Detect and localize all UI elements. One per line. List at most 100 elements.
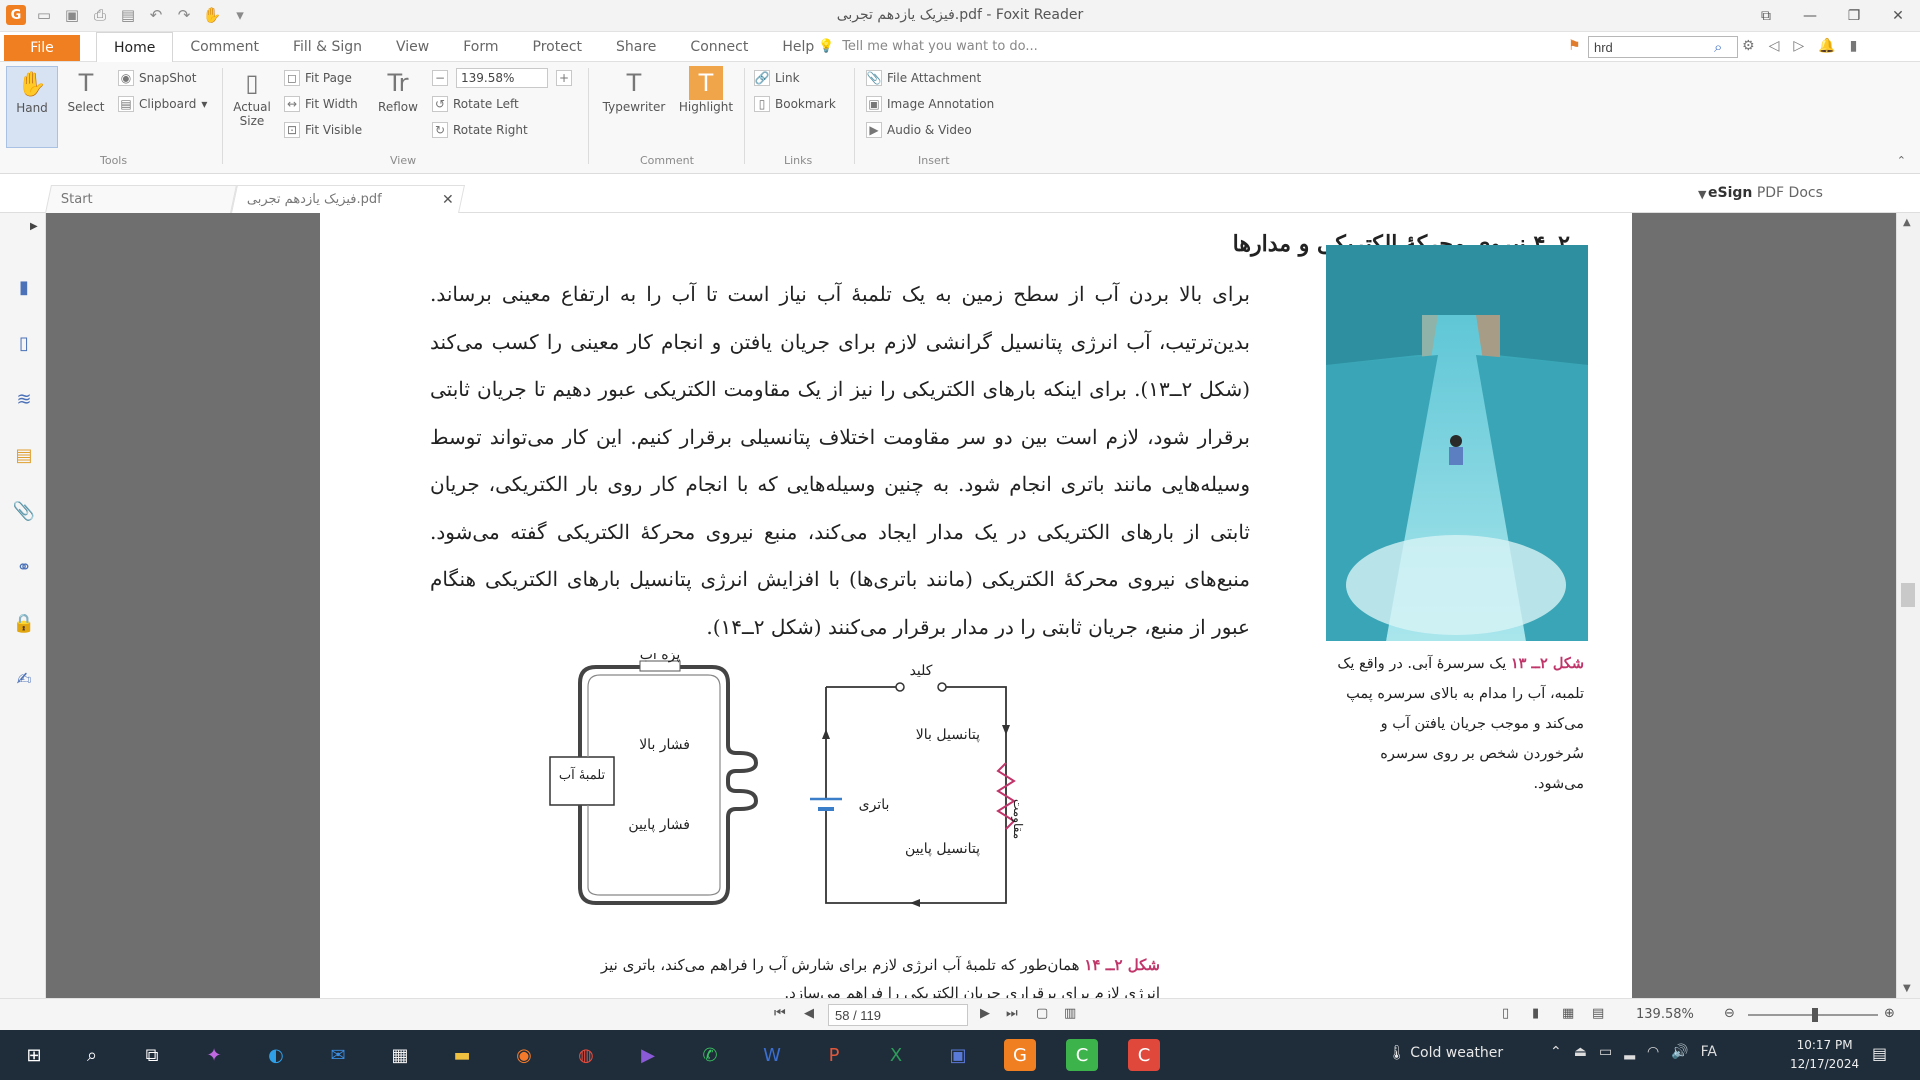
word-icon[interactable]: W <box>756 1039 788 1071</box>
tab-fill-sign[interactable]: Fill & Sign <box>276 32 379 62</box>
fit-visible-button[interactable]: ⊡ Fit Visible <box>284 122 362 138</box>
security-lock-icon[interactable]: 🔒 <box>12 611 36 635</box>
tab-start[interactable]: Start <box>45 185 237 213</box>
hand-tool-button[interactable]: ✋ Hand <box>6 66 58 148</box>
app-window-icon[interactable]: ▣ <box>942 1039 974 1071</box>
vertical-scrollbar[interactable]: ▲ ▼ <box>1896 213 1920 998</box>
file-attachment-button[interactable]: 📎 File Attachment <box>866 70 981 86</box>
next-page-icon[interactable]: ▶ <box>980 1006 990 1021</box>
view-mode-single-icon[interactable]: ▯ <box>1502 1006 1509 1021</box>
foxit-reader-taskbar-icon[interactable]: G <box>1004 1039 1036 1071</box>
collapse-ribbon-icon[interactable]: ⌃ <box>1897 154 1906 167</box>
restore-ribbon-button[interactable]: ⧉ <box>1744 0 1788 32</box>
search-icon[interactable]: ⌕ <box>1714 38 1722 56</box>
notification-center-icon[interactable]: ▤ <box>1872 1044 1887 1063</box>
edge-browser-icon[interactable]: ◐ <box>260 1039 292 1071</box>
audio-video-button[interactable]: ▶ Audio & Video <box>866 122 972 138</box>
camtasia-icon[interactable]: C <box>1066 1039 1098 1071</box>
zoom-in-icon[interactable]: + <box>556 70 572 86</box>
bookmarks-icon[interactable]: ▮ <box>12 275 36 299</box>
scroll-thumb[interactable] <box>1901 583 1915 607</box>
excel-icon[interactable]: X <box>880 1039 912 1071</box>
powerpoint-icon[interactable]: P <box>818 1039 850 1071</box>
language-indicator[interactable]: FA <box>1701 1044 1717 1060</box>
snapshot-button[interactable]: ◉ SnapShot <box>118 70 196 86</box>
first-page-icon[interactable]: ⏮ <box>774 1006 786 1021</box>
zoom-out-button-icon[interactable]: ⊖ <box>1724 1006 1735 1021</box>
reflow-button[interactable]: Tr Reflow <box>374 66 422 114</box>
zoom-select[interactable]: 139.58% <box>456 68 548 88</box>
windows-start-icon[interactable]: ⊞ <box>18 1039 50 1071</box>
tell-me-box[interactable]: 💡 Tell me what you want to do... <box>818 39 1038 54</box>
tab-form[interactable]: Form <box>446 32 515 62</box>
last-page-icon[interactable]: ⏭ <box>1006 1006 1018 1021</box>
single-page-view-icon[interactable]: ▢ <box>1036 1006 1048 1021</box>
tab-list-dropdown-icon[interactable]: ▼ <box>1698 188 1706 201</box>
network-icon[interactable]: ▂ <box>1624 1044 1635 1060</box>
file-menu[interactable]: File <box>4 35 80 61</box>
tab-home[interactable]: Home <box>96 32 174 63</box>
select-tool-button[interactable]: T Select <box>64 66 108 114</box>
comments-icon[interactable]: ▤ <box>12 443 36 467</box>
layers-icon[interactable]: ≋ <box>12 387 36 411</box>
file-explorer-icon[interactable]: ▬ <box>446 1039 478 1071</box>
visual-studio-icon[interactable]: ▶ <box>632 1039 664 1071</box>
forward-icon[interactable]: ▷ <box>1793 38 1804 54</box>
close-tab-icon[interactable]: ✕ <box>442 192 454 208</box>
signature-icon[interactable]: ✍ <box>12 667 36 691</box>
fit-page-button[interactable]: ◻ Fit Page <box>284 70 352 86</box>
rotate-right-button[interactable]: ↻ Rotate Right <box>432 122 528 138</box>
settings-icon[interactable]: ⚙ <box>1742 38 1755 54</box>
copilot-icon[interactable]: ✦ <box>198 1039 230 1071</box>
recorder-icon[interactable]: C <box>1128 1039 1160 1071</box>
rotate-left-button[interactable]: ↺ Rotate Left <box>432 96 519 112</box>
task-view-icon[interactable]: ⧉ <box>136 1039 168 1071</box>
esign-banner[interactable]: eSign PDF Docs <box>1708 185 1823 201</box>
fit-width-button[interactable]: ↔ Fit Width <box>284 96 358 112</box>
whatsapp-icon[interactable]: ✆ <box>694 1039 726 1071</box>
previous-page-icon[interactable]: ◀ <box>804 1006 814 1021</box>
continuous-view-icon[interactable]: ▥ <box>1064 1006 1076 1021</box>
find-options-icon[interactable]: ⚑ <box>1568 38 1581 54</box>
view-mode-continuous-icon[interactable]: ▮ <box>1532 1006 1539 1021</box>
close-button[interactable]: ✕ <box>1876 0 1920 32</box>
tab-view[interactable]: View <box>379 32 446 62</box>
expand-panel-icon[interactable]: ▶ <box>30 221 38 232</box>
actual-size-button[interactable]: ▯ Actual Size <box>230 66 274 128</box>
minimize-button[interactable]: — <box>1788 0 1832 32</box>
volume-icon[interactable]: 🔊 <box>1671 1044 1688 1060</box>
zoom-slider[interactable] <box>1748 1008 1878 1022</box>
highlight-button[interactable]: T Highlight <box>676 66 736 114</box>
link-button[interactable]: 🔗 Link <box>754 70 800 86</box>
taskbar-search-icon[interactable]: ⌕ <box>76 1039 108 1071</box>
zoom-slider-knob[interactable] <box>1812 1008 1818 1022</box>
outlook-icon[interactable]: ✉ <box>322 1039 354 1071</box>
wifi-icon[interactable]: ◠ <box>1647 1044 1659 1060</box>
content-icon[interactable]: ⚭ <box>12 555 36 579</box>
clipboard-button[interactable]: ▤ Clipboard ▾ <box>118 96 207 112</box>
image-annotation-button[interactable]: ▣ Image Annotation <box>866 96 994 112</box>
bookmark-button[interactable]: ▯ Bookmark <box>754 96 836 112</box>
store-icon[interactable]: ▦ <box>384 1039 416 1071</box>
zoom-in-button-icon[interactable]: ⊕ <box>1884 1006 1895 1021</box>
scroll-up-icon[interactable]: ▲ <box>1903 217 1911 228</box>
attachments-icon[interactable]: 📎 <box>12 499 36 523</box>
view-mode-facing-icon[interactable]: ▦ <box>1562 1006 1574 1021</box>
page-number-input[interactable] <box>828 1004 968 1026</box>
firefox-icon[interactable]: ◉ <box>508 1039 540 1071</box>
zoom-out-icon[interactable]: − <box>432 70 448 86</box>
display-icon[interactable]: ▭ <box>1599 1044 1612 1060</box>
tray-overflow-icon[interactable]: ⌃ <box>1550 1044 1562 1060</box>
notification-bell-icon[interactable]: 🔔 <box>1818 38 1835 54</box>
tab-comment[interactable]: Comment <box>173 32 276 62</box>
tab-share[interactable]: Share <box>599 32 673 62</box>
maximize-button[interactable]: ❐ <box>1832 0 1876 32</box>
back-icon[interactable]: ◁ <box>1769 38 1780 54</box>
tab-document[interactable]: فیزیک یازدهم تجربی.pdf <box>231 185 465 213</box>
typewriter-button[interactable]: T Typewriter <box>598 66 670 114</box>
pages-icon[interactable]: ▯ <box>12 331 36 355</box>
chrome-icon[interactable]: ◍ <box>570 1039 602 1071</box>
account-icon[interactable]: ▮ <box>1850 38 1858 54</box>
usb-icon[interactable]: ⏏ <box>1574 1044 1587 1060</box>
weather-widget[interactable]: 🌡 Cold weather <box>1388 1045 1503 1061</box>
